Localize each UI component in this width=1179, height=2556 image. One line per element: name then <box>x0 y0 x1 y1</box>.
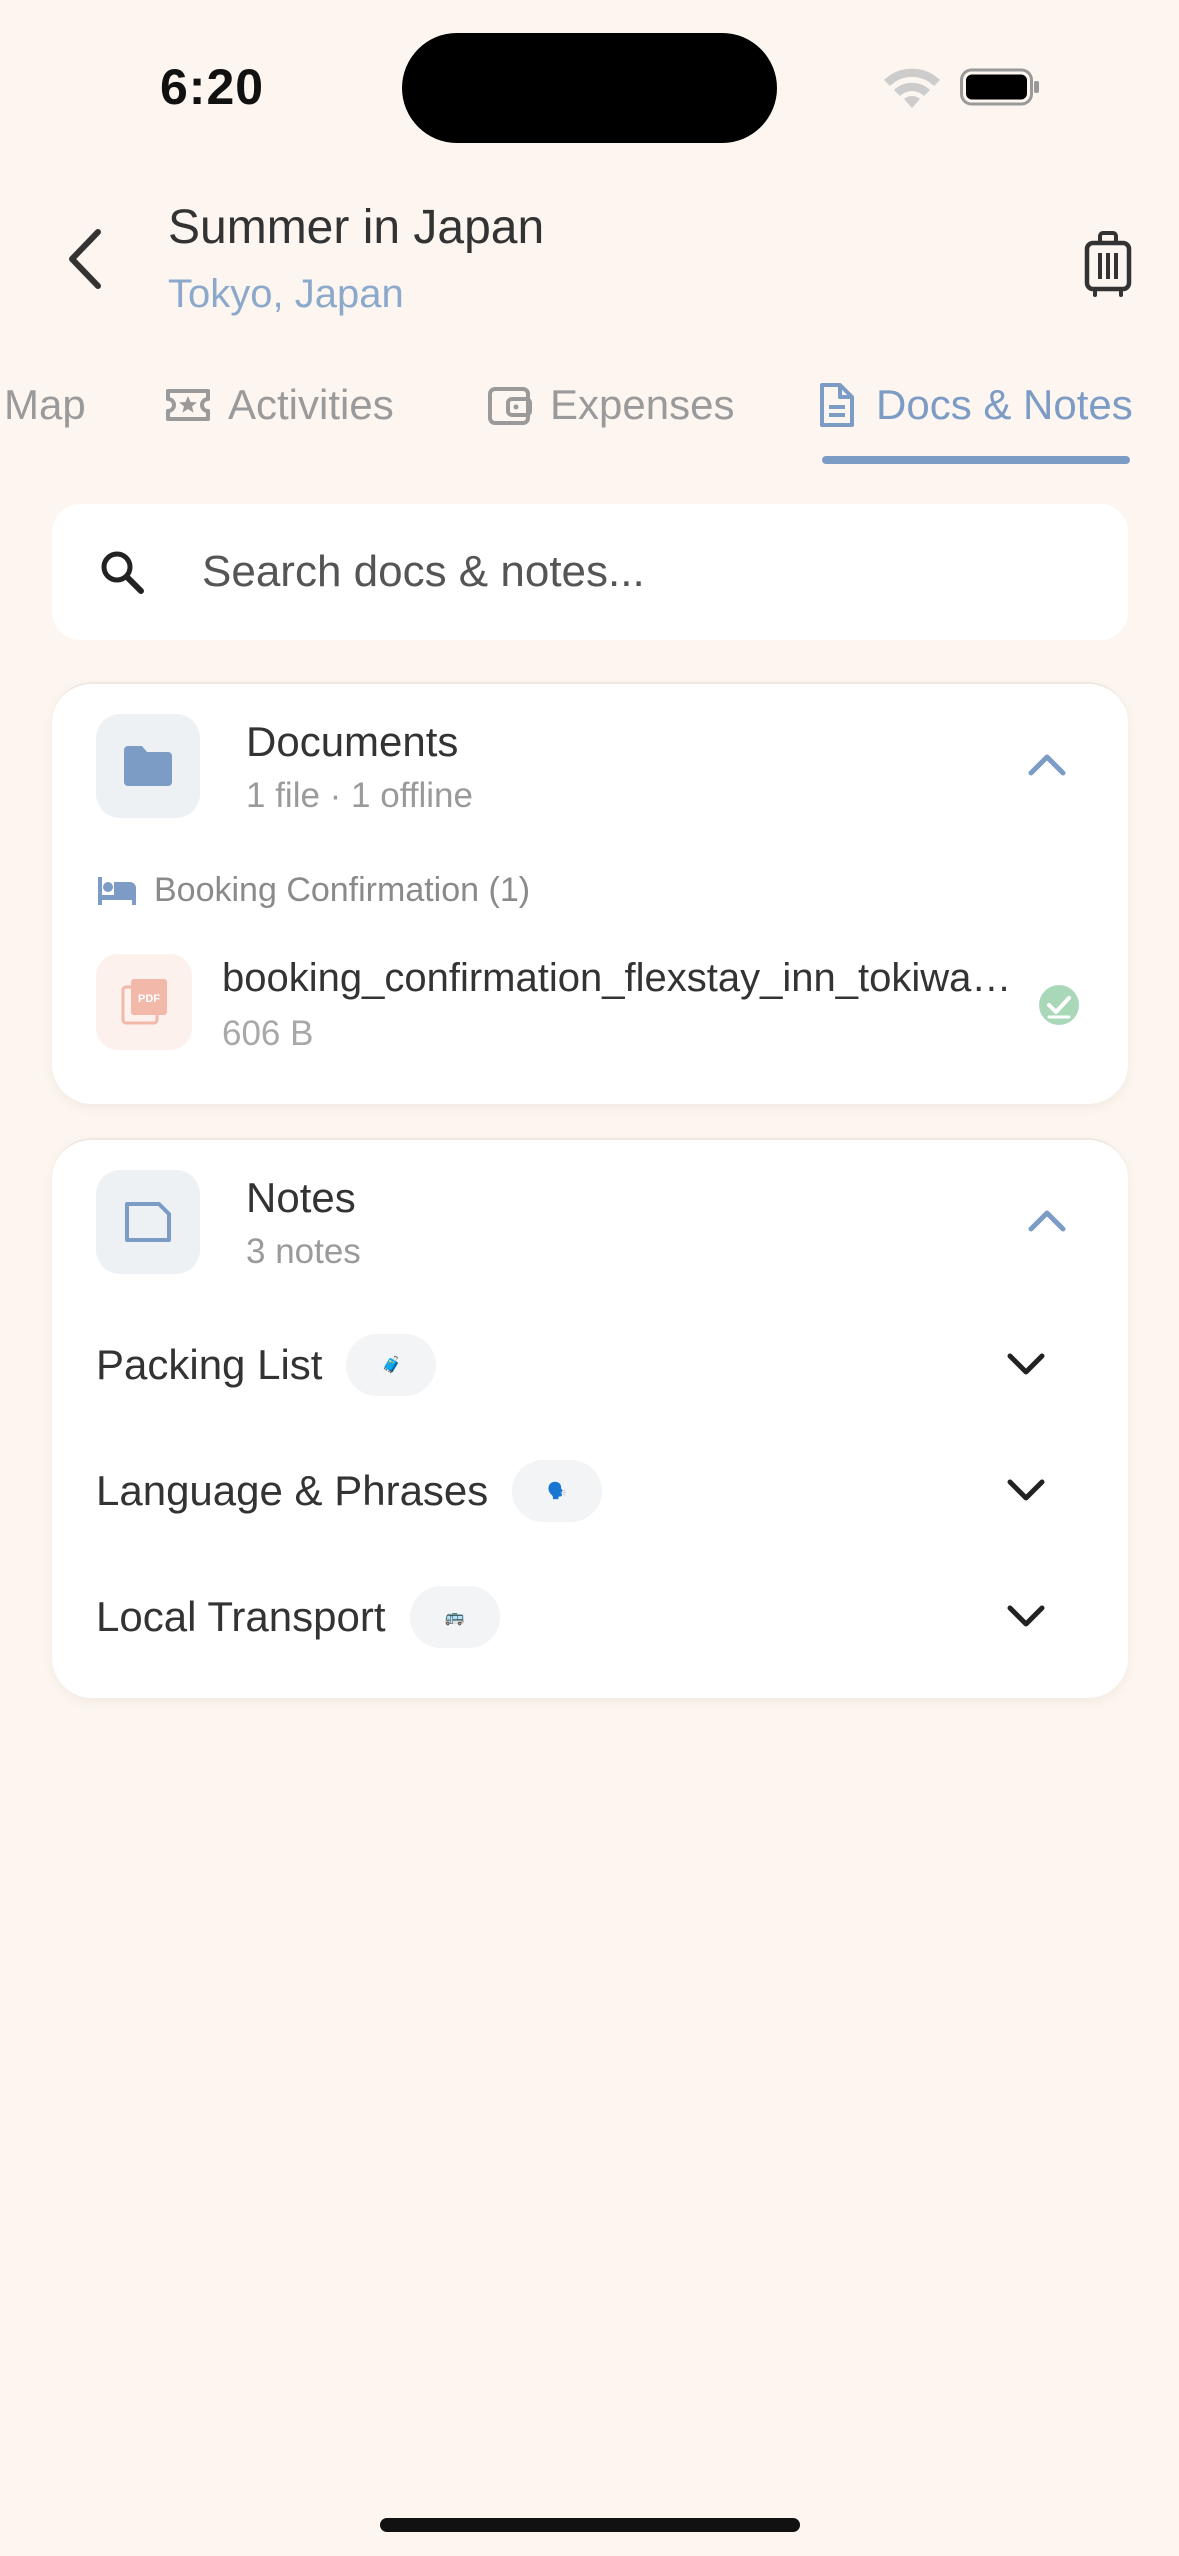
note-emoji-badge: 🧳 <box>346 1334 437 1396</box>
chevron-down-icon <box>1007 1479 1045 1501</box>
app-screen: 6:20 Summer in Japan Tokyo, Japan Map Ac… <box>0 0 1179 2556</box>
chevron-left-icon <box>69 229 101 289</box>
note-item-packing-list[interactable]: Packing List 🧳 <box>96 1320 1096 1410</box>
document-icon <box>820 383 854 427</box>
note-emoji-badge: 🗣️ <box>512 1460 603 1522</box>
file-size: 606 B <box>222 1014 314 1053</box>
svg-text:PDF: PDF <box>138 993 160 1005</box>
folder-icon <box>124 746 172 786</box>
group-label-text: Booking Confirmation (1) <box>154 870 531 909</box>
wifi-icon <box>884 68 940 108</box>
home-indicator[interactable] <box>380 2518 800 2532</box>
search-input[interactable] <box>202 534 1082 610</box>
booking-confirmation-group[interactable]: Booking Confirmation (1) <box>96 870 530 910</box>
tab-label-activities: Activities <box>228 381 394 428</box>
note-emoji-badge: 🚌 <box>409 1586 500 1648</box>
tab-label-expenses: Expenses <box>550 381 735 428</box>
trip-title: Summer in Japan <box>168 201 545 254</box>
documents-summary: 1 file · 1 offline <box>246 776 473 815</box>
tab-label-map: Map <box>4 381 86 428</box>
wallet-icon <box>488 387 532 425</box>
note-title: Local Transport <box>96 1593 386 1640</box>
luggage-button[interactable] <box>1076 228 1140 300</box>
note-item-local-transport[interactable]: Local Transport 🚌 <box>96 1572 1096 1662</box>
notes-card: Notes 3 notes Packing List 🧳 Language & … <box>52 1138 1128 1698</box>
dynamic-island <box>402 33 777 143</box>
tab-bar: Map Activities Expenses Docs & Notes <box>0 370 1179 470</box>
search-bar[interactable] <box>52 504 1128 640</box>
tab-map[interactable]: Map <box>4 370 86 440</box>
tab-docs-notes[interactable]: Docs & Notes <box>812 370 1133 440</box>
documents-collapse-button[interactable] <box>1012 734 1082 794</box>
file-row[interactable]: PDF booking_confirmation_flexstay_inn_to… <box>96 952 1096 1053</box>
notes-count: 3 notes <box>246 1232 361 1271</box>
tab-expenses[interactable]: Expenses <box>486 370 734 440</box>
chevron-up-icon <box>1028 754 1066 776</box>
note-item-language-phrases[interactable]: Language & Phrases 🗣️ <box>96 1446 1096 1536</box>
status-time: 6:20 <box>160 59 265 115</box>
file-name: booking_confirmation_flexstay_inn_tokiwa… <box>222 956 1022 1000</box>
note-title: Language & Phrases <box>96 1467 489 1514</box>
pdf-icon: PDF <box>121 979 167 1025</box>
chevron-down-icon <box>1007 1605 1045 1627</box>
trip-location: Tokyo, Japan <box>168 272 404 316</box>
battery-icon <box>960 68 1039 106</box>
pdf-thumbnail: PDF <box>96 954 192 1050</box>
ticket-star-icon <box>166 389 210 421</box>
documents-title: Documents <box>246 718 459 765</box>
offline-available-icon <box>1039 985 1079 1025</box>
search-icon <box>101 551 144 594</box>
notes-icon-box <box>96 1170 200 1274</box>
documents-card: Documents 1 file · 1 offline Booking Con… <box>52 682 1128 1104</box>
note-expand-button[interactable] <box>996 1587 1056 1647</box>
bed-icon <box>98 877 136 905</box>
chevron-down-icon <box>1007 1353 1045 1375</box>
chevron-up-icon <box>1028 1210 1066 1232</box>
notes-title: Notes <box>246 1174 356 1221</box>
back-button[interactable] <box>52 222 116 296</box>
active-tab-indicator <box>822 456 1130 464</box>
documents-icon-box <box>96 714 200 818</box>
note-title: Packing List <box>96 1341 323 1388</box>
note-expand-button[interactable] <box>996 1335 1056 1395</box>
note-icon <box>125 1202 171 1242</box>
note-expand-button[interactable] <box>996 1461 1056 1521</box>
tab-activities[interactable]: Activities <box>164 370 394 440</box>
notes-collapse-button[interactable] <box>1012 1190 1082 1250</box>
tab-label-docs-notes: Docs & Notes <box>876 381 1133 428</box>
luggage-icon <box>1084 231 1132 297</box>
